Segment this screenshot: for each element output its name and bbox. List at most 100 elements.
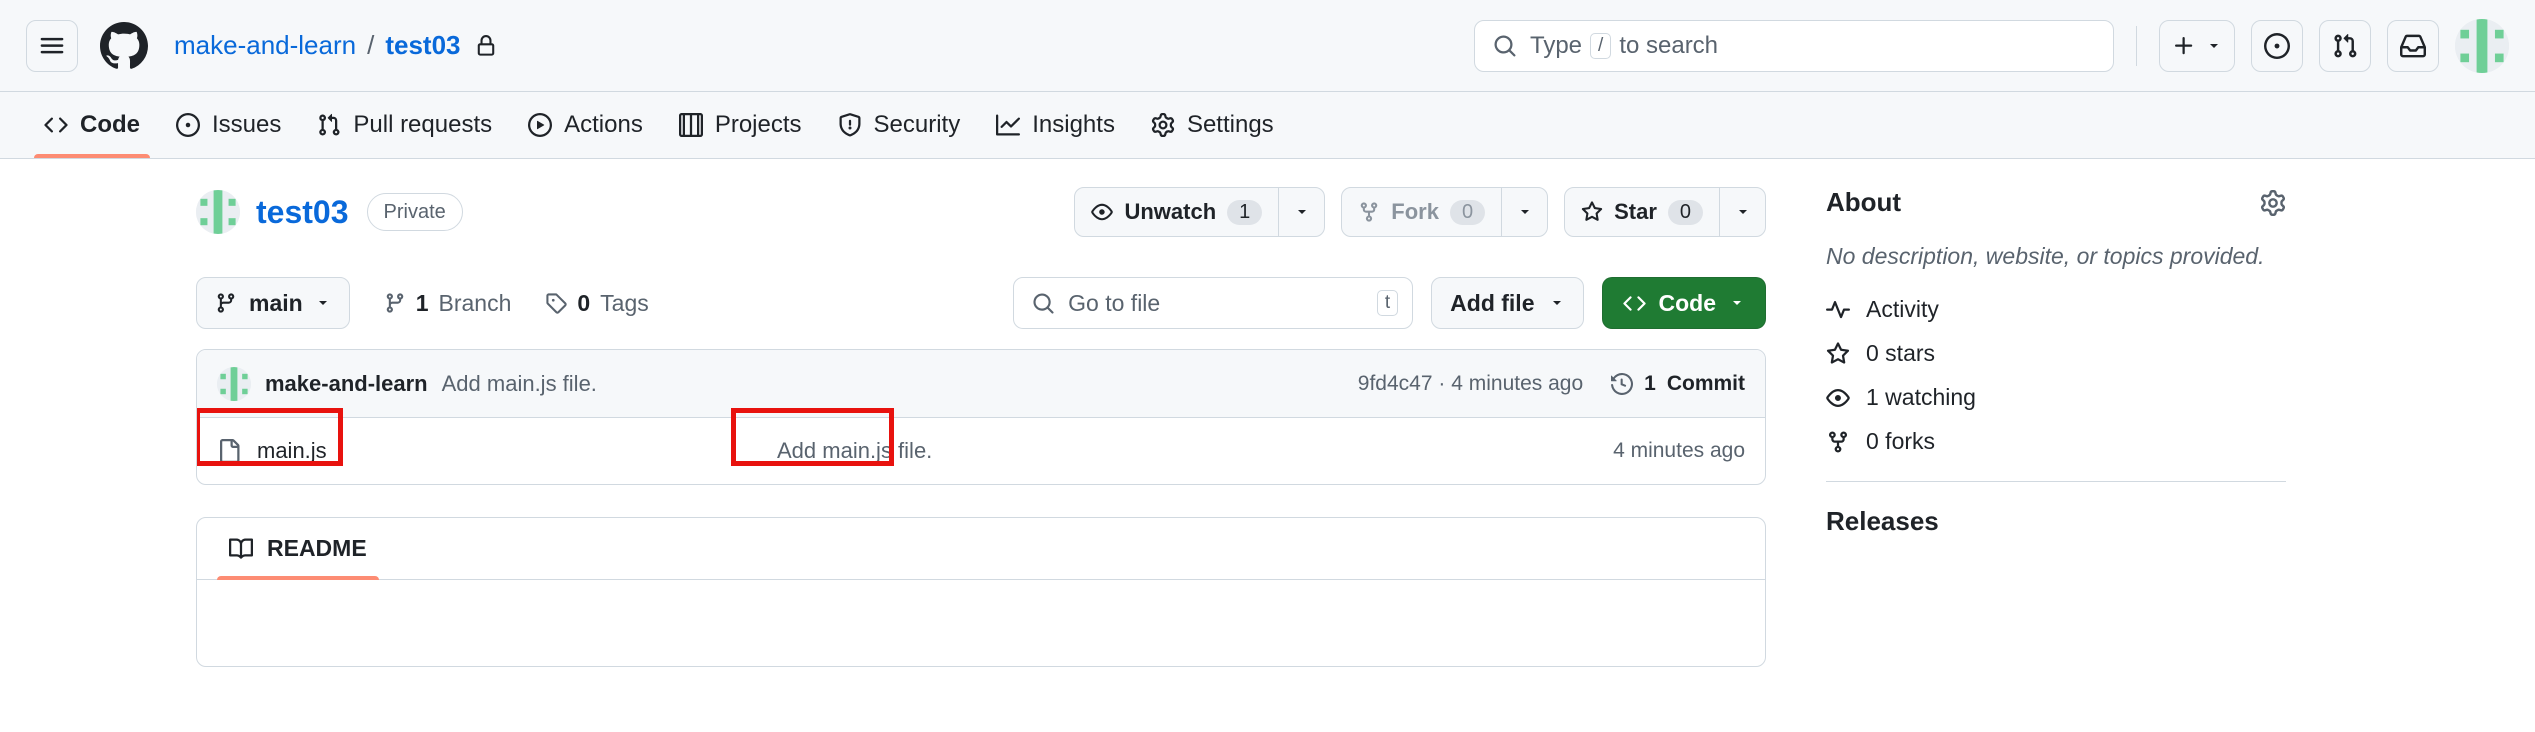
notifications-inbox-button[interactable] — [2387, 19, 2439, 72]
main-column: test03 Private Unwatch 1 Fork 0 Star 0 m… — [196, 159, 1766, 667]
breadcrumb-repo[interactable]: test03 — [385, 30, 460, 61]
branches-link[interactable]: 1 Branch — [384, 289, 512, 317]
global-search-input[interactable]: Type / to search — [1474, 19, 2114, 72]
repository-nav: Code Issues Pull requests Actions Projec… — [0, 92, 2535, 159]
tag-icon — [545, 292, 568, 314]
watch-dropdown-button[interactable] — [1278, 188, 1324, 236]
commit-message[interactable]: Add main.js file. — [442, 371, 597, 397]
about-title: About — [1826, 187, 1902, 217]
add-file-button[interactable]: Add file — [1431, 277, 1584, 329]
code-icon — [44, 113, 68, 137]
git-branch-icon — [215, 292, 237, 314]
star-count: 0 — [1667, 199, 1703, 225]
tab-pull-requests[interactable]: Pull requests — [299, 92, 510, 158]
plus-icon — [2172, 34, 2196, 58]
table-row: main.js Add main.js file. 4 minutes ago — [197, 408, 1765, 484]
tab-issues-label: Issues — [212, 111, 282, 138]
unwatch-button[interactable]: Unwatch 1 — [1075, 188, 1278, 236]
search-kbd-slash: / — [1590, 32, 1612, 59]
tab-issues[interactable]: Issues — [158, 92, 299, 158]
about-sidebar: About No description, website, or topics… — [1766, 159, 2286, 667]
star-icon — [1581, 201, 1603, 223]
owner-avatar[interactable] — [196, 190, 240, 234]
stars-link[interactable]: 0 stars — [1826, 340, 2286, 367]
eye-icon — [1826, 386, 1850, 410]
commit-time: 4 minutes ago — [1451, 371, 1584, 395]
search-icon — [1493, 34, 1517, 58]
branch-name: main — [249, 289, 303, 316]
commit-author[interactable]: make-and-learn — [265, 371, 428, 397]
search-text-before: Type — [1530, 31, 1583, 59]
shield-icon — [838, 113, 862, 137]
go-to-file-input[interactable]: Go to file t — [1013, 277, 1414, 329]
tab-settings-label: Settings — [1186, 111, 1274, 138]
repo-forked-icon — [1826, 430, 1850, 454]
go-to-file-kbd: t — [1376, 290, 1399, 316]
commits-label: Commit — [1666, 371, 1745, 395]
file-toolbar: main 1 Branch 0 Tags Go to file t Add fi… — [196, 255, 1766, 349]
status-badge: Private — [366, 193, 463, 231]
forks-label: 0 forks — [1866, 428, 1936, 455]
chevron-down-icon — [1294, 204, 1310, 220]
fork-button-group[interactable]: Fork 0 — [1341, 187, 1549, 237]
tags-count: 0 — [577, 289, 591, 316]
fork-dropdown-button[interactable] — [1501, 188, 1547, 236]
author-avatar[interactable] — [217, 366, 251, 401]
tab-settings[interactable]: Settings — [1133, 92, 1292, 158]
hamburger-menu-button[interactable] — [26, 19, 78, 72]
commit-history-link[interactable]: 1 Commit — [1611, 372, 1745, 396]
star-button[interactable]: Star 0 — [1565, 188, 1719, 236]
tab-readme[interactable]: README — [217, 518, 379, 580]
tab-insights-label: Insights — [1032, 111, 1115, 138]
commits-count: 1 — [1644, 371, 1656, 395]
issues-button[interactable] — [2251, 19, 2303, 72]
activity-link[interactable]: Activity — [1826, 296, 2286, 323]
pull-requests-button[interactable] — [2319, 19, 2371, 72]
watching-link[interactable]: 1 watching — [1826, 384, 2286, 411]
star-dropdown-button[interactable] — [1719, 188, 1765, 236]
commit-hash-and-time[interactable]: 9fd4c47 · 4 minutes ago — [1358, 372, 1583, 396]
breadcrumb-owner[interactable]: make-and-learn — [174, 30, 356, 61]
branches-label: Branch — [438, 289, 512, 316]
lock-icon — [475, 34, 497, 57]
breadcrumb: make-and-learn / test03 — [174, 30, 497, 61]
sidebar-divider — [1826, 481, 2286, 483]
tab-insights[interactable]: Insights — [978, 92, 1133, 158]
star-icon — [1826, 342, 1850, 366]
chevron-down-icon — [2206, 38, 2222, 54]
readme-tab-label: README — [267, 535, 367, 561]
chevron-down-icon — [1517, 204, 1533, 220]
repo-title-row: test03 Private Unwatch 1 Fork 0 Star 0 — [196, 159, 1766, 255]
code-button[interactable]: Code — [1601, 277, 1766, 329]
forks-link[interactable]: 0 forks — [1826, 428, 2286, 455]
tab-code[interactable]: Code — [26, 92, 158, 158]
tab-security-label: Security — [873, 111, 961, 138]
watch-count: 1 — [1227, 199, 1263, 225]
unwatch-label: Unwatch — [1124, 199, 1217, 224]
create-new-button[interactable] — [2159, 19, 2235, 72]
avatar[interactable] — [2455, 18, 2509, 73]
tab-projects[interactable]: Projects — [661, 92, 820, 158]
watch-button-group[interactable]: Unwatch 1 — [1074, 187, 1326, 237]
about-links: Activity 0 stars 1 watching 0 forks — [1826, 296, 2286, 455]
fork-button[interactable]: Fork 0 — [1342, 188, 1501, 236]
github-logo-icon[interactable] — [100, 21, 148, 70]
toolbar-right-group: Go to file t Add file Code — [1013, 277, 1766, 329]
file-link[interactable]: main.js — [257, 438, 327, 464]
gear-icon[interactable] — [2260, 189, 2286, 216]
commit-meta: 9fd4c47 · 4 minutes ago 1 Commit — [1358, 372, 1745, 396]
file-message-cell: Add main.js file. — [777, 438, 1613, 464]
search-placeholder: Type / to search — [1530, 32, 1718, 60]
star-label: Star — [1614, 199, 1657, 224]
tab-actions[interactable]: Actions — [510, 92, 661, 158]
star-button-group[interactable]: Star 0 — [1564, 187, 1766, 237]
about-description: No description, website, or topics provi… — [1826, 243, 2265, 269]
add-file-label: Add file — [1450, 289, 1535, 316]
branch-selector[interactable]: main — [196, 277, 350, 329]
chevron-down-icon — [1729, 295, 1745, 311]
tags-link[interactable]: 0 Tags — [545, 289, 649, 317]
tab-security[interactable]: Security — [820, 92, 979, 158]
commit-hash: 9fd4c47 — [1357, 371, 1433, 395]
page-title[interactable]: test03 — [256, 194, 349, 231]
file-commit-message[interactable]: Add main.js file. — [777, 438, 932, 463]
